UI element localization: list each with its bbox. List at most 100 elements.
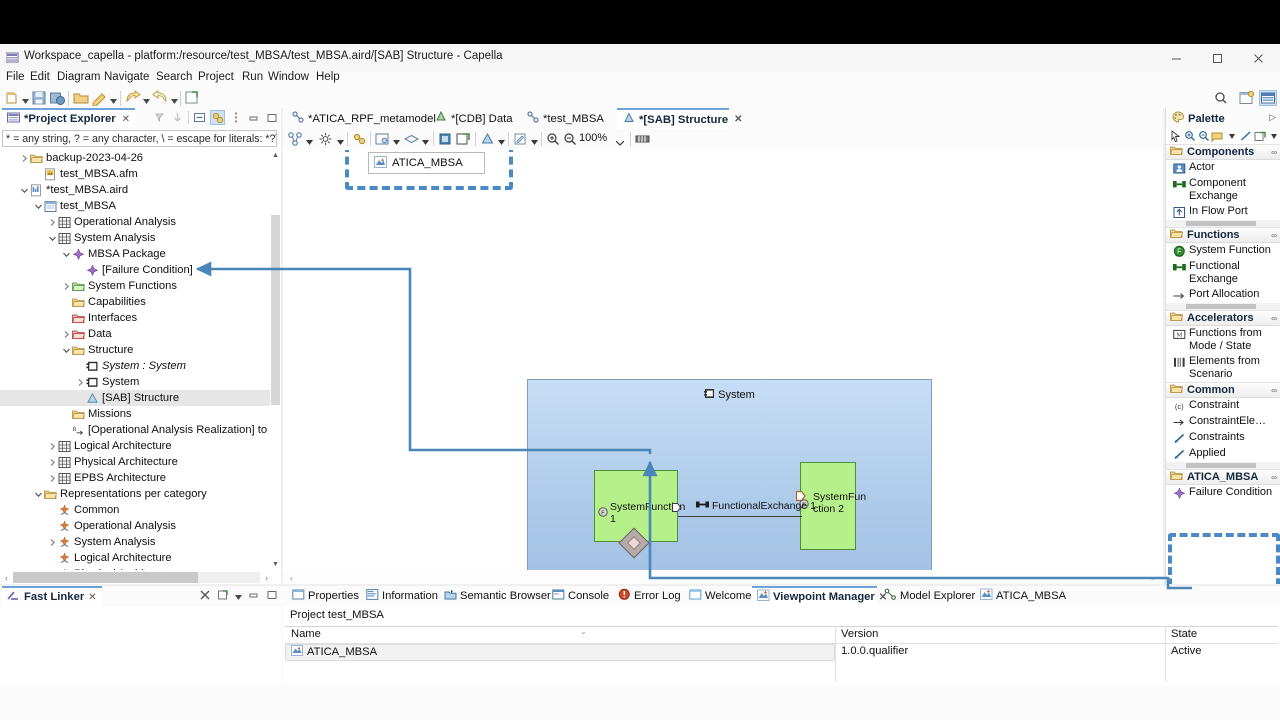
menu-navigate[interactable]: Navigate [101,70,152,84]
tab-fast-linker[interactable]: Fast Linker ✕ [2,586,102,606]
palette-item[interactable]: Port Allocation [1166,287,1280,303]
bottom-tab-properties[interactable]: Properties [287,586,359,606]
chevron-down-icon[interactable] [34,486,43,502]
editor-hscroll-left-icon[interactable]: ‹ [285,570,298,585]
palette-group-header[interactable]: Functions ∞ [1166,227,1280,243]
tree-item[interactable]: System Analysis [0,534,281,550]
pe-maximize-icon[interactable] [264,110,279,125]
palette-group-menu-icon[interactable]: ∞ [1271,148,1277,157]
palette-group-header[interactable]: Accelerators ∞ [1166,310,1280,326]
col-header-state[interactable]: State [1171,628,1197,640]
validate-icon[interactable] [91,90,108,107]
pe-minimize-icon[interactable] [246,110,261,125]
bottom-tab-console[interactable]: Console [547,586,611,606]
palette-item[interactable]: Applied [1166,446,1280,462]
menu-diagram[interactable]: Diagram [54,70,103,84]
zoom-level-dropdown-icon[interactable] [615,137,625,146]
tree-item[interactable]: Representations per category [0,486,281,502]
tree-item[interactable]: test_MBSA [0,198,281,214]
chevron-down-icon[interactable] [20,182,29,198]
fl-minimize-icon[interactable] [248,589,260,604]
note-tool-dropdown-icon[interactable] [1225,129,1238,143]
fl-menu-icon[interactable] [217,589,229,604]
menu-run[interactable]: Run [239,70,266,84]
palette-group-resize-handle[interactable] [1166,303,1280,310]
palette-item[interactable]: In Flow Port [1166,204,1280,220]
tree-item[interactable]: System : System [0,358,281,374]
col-header-name[interactable]: Name [291,628,321,640]
system-component-box[interactable]: System F SystemFunction 1 SystemFun ctio… [527,379,932,570]
project-explorer-filter-input[interactable]: * = any string, ? = any character, \ = e… [2,130,277,147]
bottom-sash[interactable] [0,584,1280,586]
link-with-editor-icon[interactable] [210,110,225,125]
tree-item[interactable]: Physical Architecture [0,454,281,470]
back-dropdown-icon[interactable] [143,95,150,104]
diagram-type-dropdown-icon[interactable] [498,136,505,145]
palette-group-resize-handle[interactable] [1166,220,1280,227]
fl-maximize-icon[interactable] [266,589,278,604]
menu-window[interactable]: Window [265,70,312,84]
menu-file[interactable]: File [3,70,28,84]
palette-item[interactable]: ConstraintEle… [1166,414,1280,430]
bottom-tab-welcome[interactable]: Welcome [684,586,751,606]
tab-project-explorer-close-icon[interactable]: ✕ [122,114,130,125]
tree-item-selected[interactable]: [SAB] Structure [0,390,281,406]
tree-item[interactable]: *test_MBSA.aird [0,182,281,198]
bottom-tab-atica-mbsa[interactable]: ATICA_MBSA [975,586,1066,606]
palette-item[interactable]: Actor [1166,160,1280,176]
pin-icon[interactable] [351,131,368,147]
palette-collapse-icon[interactable]: ▷ [1269,112,1276,123]
bottom-tab-error-log[interactable]: Error Log [613,586,682,606]
tab-fast-linker-close-icon[interactable]: ✕ [88,592,96,603]
palette-group-header[interactable]: Components ∞ [1166,144,1280,160]
pe-hscroll-thumb[interactable] [13,572,198,583]
chevron-right-icon[interactable] [48,470,57,486]
tab-project-explorer[interactable]: *Project Explorer ✕ [2,108,136,128]
left-sash[interactable] [281,108,283,585]
chevron-right-icon[interactable] [48,534,57,550]
select-hidden-icon[interactable] [374,131,391,147]
out-flow-port-icon[interactable] [672,503,682,515]
tree-item[interactable]: Capabilities [0,294,281,310]
menu-edit[interactable]: Edit [27,70,53,84]
note-dropdown-icon[interactable] [531,136,538,145]
tab-atica-rpf-metamodel[interactable]: *ATICA_RPF_metamodel [286,108,436,129]
forward-dropdown-icon[interactable] [171,95,178,104]
chevron-right-icon[interactable] [62,326,71,342]
editor-hscrollbar[interactable]: ‹ › [283,570,1163,585]
tree-item[interactable]: EPBS Architecture [0,470,281,486]
arrange-all-icon[interactable] [287,131,304,147]
close-button[interactable] [1235,44,1280,72]
palette-item[interactable]: F System Function [1166,243,1280,259]
tree-item[interactable]: Common [0,502,281,518]
paste-layout-icon[interactable] [455,131,472,147]
palette-item[interactable]: Constraints [1166,430,1280,446]
chevron-down-icon[interactable] [62,246,71,262]
functional-exchange-line[interactable] [678,516,802,517]
chevron-down-icon[interactable] [62,342,71,358]
palette-item[interactable]: Elements from Scenario [1166,354,1280,382]
pe-scroll-up-icon[interactable]: ▲ [270,150,281,161]
tree-item[interactable]: Missions [0,406,281,422]
tree-item[interactable]: Structure [0,342,281,358]
tab-sab-structure[interactable]: *[SAB] Structure ✕ [617,108,743,129]
new-wizard-dropdown-icon[interactable] [22,95,29,104]
palette-group-menu-icon[interactable]: ∞ [1271,231,1277,240]
filters-icon[interactable] [317,131,334,147]
note-tool-icon[interactable] [1211,129,1224,143]
perspective-capella-icon[interactable] [1259,90,1277,106]
ruler-grid-icon[interactable] [634,131,651,147]
line-tool-icon[interactable] [1239,129,1252,143]
maximize-button[interactable] [1194,44,1240,72]
tree-item[interactable]: System [0,374,281,390]
chevron-right-icon[interactable] [48,438,57,454]
chevron-right-icon[interactable] [76,374,85,390]
tree-item[interactable]: [Failure Condition] [0,262,281,278]
fast-linker-body[interactable] [0,607,281,684]
menu-help[interactable]: Help [313,70,343,84]
new-wizard-icon[interactable] [4,90,21,106]
chevron-right-icon[interactable] [62,278,71,294]
bottom-tab-model-explorer[interactable]: Model Explorer [879,586,975,606]
collapse-filter-icon[interactable] [152,110,167,125]
tab-cdb-data[interactable]: *[CDB] Data [429,108,514,129]
